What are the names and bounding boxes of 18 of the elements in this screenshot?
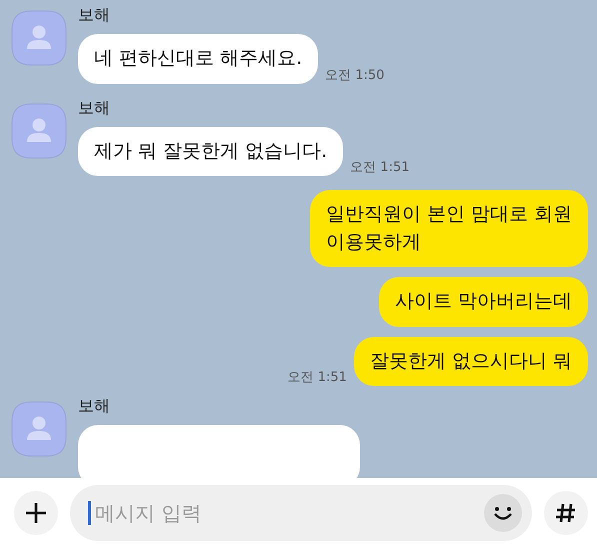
plus-icon	[25, 502, 47, 524]
text-cursor	[88, 500, 91, 524]
message-bubble: 사이트 막아버리는데	[378, 277, 588, 327]
hashtag-button[interactable]	[544, 490, 588, 534]
add-button[interactable]	[14, 490, 58, 534]
message-bubble: 제가 뭐 잘못한게 없습니다.	[78, 126, 344, 176]
message-time: 오전 1:51	[288, 369, 347, 386]
message-time: 오전 1:51	[350, 159, 410, 176]
message-input-box[interactable]: 메시지 입력	[70, 484, 532, 540]
message-bubble: 네 편하신대로 해주세요.	[78, 34, 318, 84]
hashtag-icon	[555, 502, 577, 524]
sender-name: 보해	[78, 98, 111, 119]
message-time: 오전 1:50	[325, 66, 384, 84]
message-bubble: 일반직원이 본인 맘대로 회원 이용못하게	[310, 190, 588, 268]
emoji-button[interactable]	[484, 494, 522, 532]
message-bubble: 잘못한게 없으시다니 뭐	[354, 336, 588, 386]
sender-name: 보해	[78, 5, 111, 26]
sender-name: 보해	[78, 396, 111, 418]
